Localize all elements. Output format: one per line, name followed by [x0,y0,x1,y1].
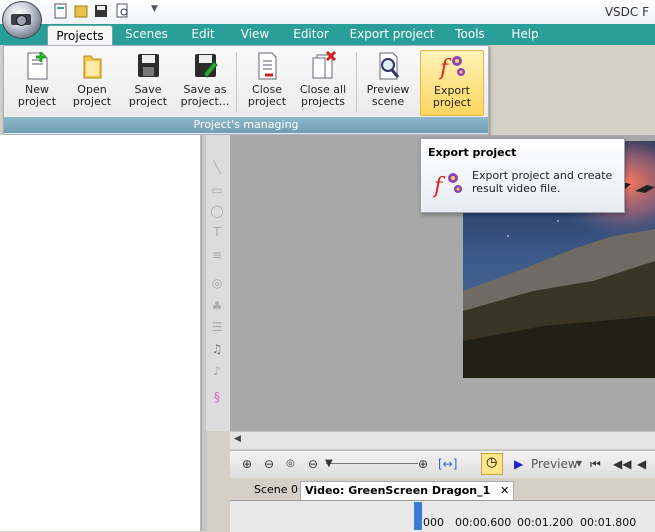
preview-dropdown-icon[interactable]: ▼ [576,455,582,473]
close-tab-icon[interactable]: ✕ [500,484,509,497]
save-as-icon [195,54,218,78]
save-project-button[interactable]: Save project [123,50,173,114]
floppy-icon[interactable] [94,3,108,19]
tab-scene-0[interactable]: Scene 0 [250,481,302,499]
snap-toggle-button[interactable]: ◷ [481,453,503,475]
save-project-label: Save project [128,83,168,108]
timeline-tick: 000 [423,516,444,529]
chart-tool-icon[interactable]: ☰ [209,320,225,334]
export-project-button[interactable]: f Export project [420,50,484,116]
text-tool-icon[interactable]: T [209,225,225,239]
skip-to-start-icon[interactable]: ⏮ [590,455,601,473]
close-project-label: Close project [247,83,287,108]
tab-video-greenscreen-dragon[interactable]: Video: GreenScreen Dragon_1 ✕ [300,481,515,500]
zoom-100-icon[interactable]: ◎ [286,455,295,473]
ribbon-separator [236,52,237,112]
save-as-project-label: Save as project... [180,83,230,108]
zoom-in-icon[interactable]: ⊕ [242,455,252,473]
timeline-tick: 00:01.200 [517,516,574,529]
play-icon[interactable]: ▶ [514,455,523,473]
app-menu-button[interactable] [2,1,42,39]
ribbon-group-label: Project's managing [4,117,488,133]
folder-icon [83,55,102,79]
project-explorer-panel [0,135,201,531]
close-all-icon [312,50,337,79]
subtitle-tool-icon[interactable]: ≡ [209,248,225,262]
zoom-slider-thumb[interactable]: ▼ [325,455,333,473]
tooltip-description: Export project and create result video f… [472,169,613,195]
tab-view[interactable]: View [234,24,276,45]
tab-projects[interactable]: Projects [47,25,113,46]
new-project-label: New project [17,83,57,108]
zoom-slider-track[interactable] [326,463,418,464]
scroll-left-icon[interactable]: ◀ [234,434,241,444]
rectangle-tool-icon[interactable]: ▭ [209,183,225,197]
tab-help[interactable]: Help [504,24,546,45]
zoom-slider-minus-icon[interactable]: ⊖ [308,455,318,473]
fit-timeline-icon[interactable]: [↔] [438,455,457,473]
open-project-label: Open project [72,83,112,108]
tab-scenes[interactable]: Scenes [119,24,174,45]
export-icon: f [433,173,462,199]
timeline-tick: 00:01.800 [580,516,637,529]
magnifier-icon [379,52,400,80]
export-project-tooltip: Export project f Export project and crea… [420,138,625,213]
svg-text:f: f [438,56,452,81]
tab-editor[interactable]: Editor [287,24,335,45]
zoom-out-icon[interactable]: ⊖ [264,455,274,473]
frame-back-icon[interactable]: ◀ [637,455,646,473]
timeline-tick: 00:00.600 [455,516,512,529]
preview-label[interactable]: Preview [531,455,578,473]
export-project-label: Export project [432,84,472,109]
video-effect-tool-icon[interactable]: § [209,390,225,404]
zoom-slider-plus-icon[interactable]: ⊕ [418,455,428,473]
tab-tools[interactable]: Tools [448,24,492,45]
qat-dropdown-icon[interactable]: ▼ [151,4,158,14]
new-file-icon[interactable] [54,3,68,19]
folder-icon[interactable] [74,3,88,19]
floppy-icon [138,54,159,77]
save-as-project-button[interactable]: Save as project... [178,50,232,114]
sprite-tool-icon[interactable]: ◎ [209,276,225,290]
preview-icon[interactable] [116,3,130,19]
close-all-projects-label: Close all projects [299,83,347,108]
tab-edit[interactable]: Edit [183,24,223,45]
playhead-marker[interactable] [414,502,422,530]
close-all-projects-button[interactable]: Close all projects [296,50,350,114]
audio-tool-icon[interactable]: ♪ [209,364,225,378]
step-back-icon[interactable]: ◀◀ [613,455,631,473]
tooltip-title: Export project [428,146,517,159]
new-project-button[interactable]: New project [13,50,61,114]
ellipse-tool-icon[interactable]: ◯ [209,204,225,218]
ribbon-panel: New project Open project Save project Sa… [3,45,489,135]
preview-scene-label: Preview scene [366,83,410,108]
camera-icon [11,14,31,26]
close-project-icon [258,52,277,80]
close-project-button[interactable]: Close project [242,50,292,114]
new-project-icon [27,52,48,80]
horizontal-scrollbar[interactable] [230,431,655,449]
tab-export-project[interactable]: Export project [348,24,436,45]
music-tool-icon[interactable]: ♫ [209,342,225,356]
ribbon-separator [356,52,357,112]
animation-tool-icon[interactable]: ♣ [209,299,225,313]
line-tool-icon[interactable]: ╲ [209,160,225,174]
svg-text:f: f [433,174,446,199]
open-project-button[interactable]: Open project [67,50,117,114]
window-title: VSDC F [604,5,649,19]
preview-scene-button[interactable]: Preview scene [362,50,414,114]
export-icon: f [438,56,465,81]
clock-icon: ◷ [486,455,498,470]
tab-video-label: Video: GreenScreen Dragon_1 [305,484,491,497]
